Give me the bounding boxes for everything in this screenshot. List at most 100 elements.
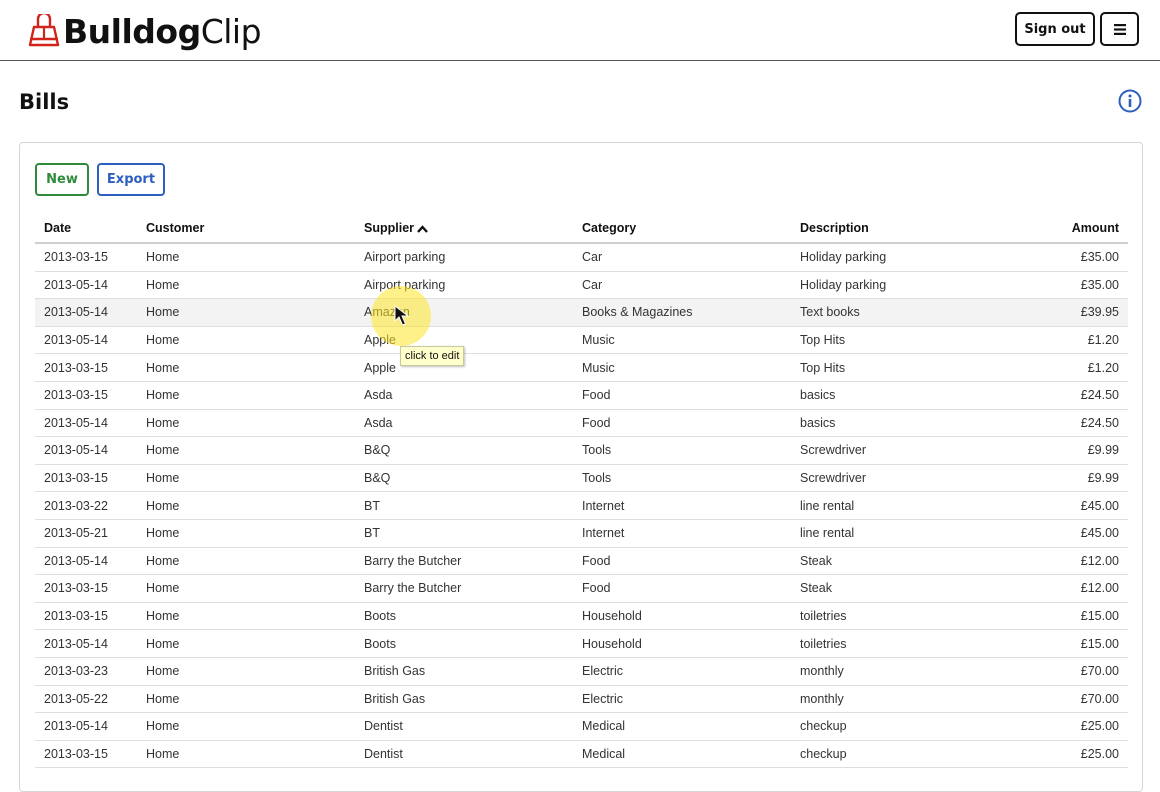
cell-date[interactable]: 2013-05-14 [35,326,137,355]
cell-supplier[interactable]: Barry the Butcher [355,547,573,576]
cell-supplier[interactable]: Airport parking [355,271,573,300]
cell-category[interactable]: Tools [573,436,791,465]
cell-amount[interactable]: £25.00 [1009,712,1128,741]
cell-category[interactable]: Music [573,353,791,382]
cell-description[interactable]: Screwdriver [791,464,1009,493]
cell-description[interactable]: line rental [791,519,1009,548]
cell-supplier[interactable]: B&Q [355,436,573,465]
cell-category[interactable]: Car [573,243,791,272]
cell-supplier[interactable]: Amazon [355,298,573,327]
cell-category[interactable]: Household [573,629,791,658]
cell-description[interactable]: line rental [791,491,1009,520]
table-row[interactable]: 2013-05-14 Home Barry the Butcher Food Steak… [35,547,1128,576]
cell-date[interactable]: 2013-03-15 [35,602,137,631]
cell-customer[interactable]: Home [137,602,355,631]
cell-date[interactable]: 2013-03-15 [35,740,137,769]
info-icon[interactable] [1118,89,1142,113]
cell-amount[interactable]: £15.00 [1009,602,1128,631]
cell-customer[interactable]: Home [137,436,355,465]
table-row[interactable]: 2013-05-14 Home Dentist Medical checkup £25.0… [35,712,1128,741]
cell-supplier[interactable]: Boots [355,602,573,631]
table-row[interactable]: 2013-05-14 Home Asda Food basics £24.50 [35,409,1128,438]
cell-supplier[interactable]: B&Q [355,464,573,493]
cell-amount[interactable]: £70.00 [1009,685,1128,714]
cell-date[interactable]: 2013-05-14 [35,629,137,658]
cell-description[interactable]: monthly [791,685,1009,714]
cell-amount[interactable]: £70.00 [1009,657,1128,686]
cell-supplier[interactable]: Asda [355,381,573,410]
cell-category[interactable]: Food [573,409,791,438]
cell-supplier[interactable]: Barry the Butcher [355,574,573,603]
cell-customer[interactable]: Home [137,298,355,327]
cell-supplier[interactable]: British Gas [355,685,573,714]
cell-amount[interactable]: £1.20 [1009,353,1128,382]
cell-date[interactable]: 2013-03-15 [35,381,137,410]
cell-date[interactable]: 2013-03-15 [35,243,137,272]
cell-amount[interactable]: £12.00 [1009,574,1128,603]
cell-customer[interactable]: Home [137,464,355,493]
cell-category[interactable]: Medical [573,740,791,769]
cell-description[interactable]: Screwdriver [791,436,1009,465]
table-row[interactable]: 2013-03-15 Home Asda Food basics £24.50 [35,381,1128,410]
cell-description[interactable]: toiletries [791,602,1009,631]
cell-supplier[interactable]: British Gas [355,657,573,686]
cell-customer[interactable]: Home [137,574,355,603]
cell-category[interactable]: Tools [573,464,791,493]
cell-description[interactable]: basics [791,381,1009,410]
cell-description[interactable]: toiletries [791,629,1009,658]
cell-description[interactable]: Holiday parking [791,271,1009,300]
table-row[interactable]: 2013-03-15 Home Apple Music Top Hits £1.20 [35,353,1128,382]
menu-button[interactable] [1100,12,1139,46]
export-button[interactable]: Export [97,163,165,196]
sign-out-button[interactable]: Sign out [1015,12,1095,46]
cell-supplier[interactable]: BT [355,519,573,548]
cell-date[interactable]: 2013-03-22 [35,491,137,520]
cell-supplier[interactable]: Dentist [355,712,573,741]
table-row[interactable]: 2013-03-15 Home Boots Household toiletries £1… [35,602,1128,631]
table-row[interactable]: 2013-05-14 Home Boots Household toiletries £1… [35,629,1128,658]
cell-supplier[interactable]: Asda [355,409,573,438]
cell-customer[interactable]: Home [137,519,355,548]
table-row[interactable]: 2013-05-22 Home British Gas Electric monthly… [35,685,1128,714]
cell-customer[interactable]: Home [137,353,355,382]
cell-supplier[interactable]: BT [355,491,573,520]
cell-customer[interactable]: Home [137,326,355,355]
cell-date[interactable]: 2013-03-15 [35,353,137,382]
cell-amount[interactable]: £45.00 [1009,519,1128,548]
cell-customer[interactable]: Home [137,712,355,741]
cell-date[interactable]: 2013-05-14 [35,436,137,465]
column-header-customer[interactable]: Customer [137,214,355,244]
cell-amount[interactable]: £9.99 [1009,436,1128,465]
cell-category[interactable]: Food [573,381,791,410]
cell-supplier[interactable]: Dentist [355,740,573,769]
cell-customer[interactable]: Home [137,409,355,438]
cell-category[interactable]: Car [573,271,791,300]
table-row[interactable]: 2013-03-23 Home British Gas Electric monthly… [35,657,1128,686]
cell-date[interactable]: 2013-05-14 [35,712,137,741]
cell-customer[interactable]: Home [137,657,355,686]
cell-date[interactable]: 2013-05-14 [35,547,137,576]
cell-date[interactable]: 2013-03-23 [35,657,137,686]
table-row[interactable]: 2013-05-14 Home Airport parking Car Holiday … [35,271,1128,300]
cell-customer[interactable]: Home [137,491,355,520]
brand-logo[interactable]: Bulldog Clip [27,8,262,54]
table-row[interactable]: 2013-03-15 Home Barry the Butcher Food Steak… [35,574,1128,603]
table-row[interactable]: 2013-03-15 Home Airport parking Car Holiday … [35,243,1128,272]
cell-customer[interactable]: Home [137,271,355,300]
table-row[interactable]: 2013-05-14 Home B&Q Tools Screwdriver £9.99 [35,436,1128,465]
cell-customer[interactable]: Home [137,381,355,410]
table-row[interactable]: 2013-03-15 Home B&Q Tools Screwdriver £9.99 [35,464,1128,493]
cell-description[interactable]: Top Hits [791,353,1009,382]
new-bill-button[interactable]: New [35,163,89,196]
cell-description[interactable]: Top Hits [791,326,1009,355]
cell-category[interactable]: Electric [573,657,791,686]
column-header-description[interactable]: Description [791,214,1009,244]
cell-description[interactable]: checkup [791,712,1009,741]
cell-date[interactable]: 2013-05-22 [35,685,137,714]
cell-description[interactable]: Holiday parking [791,243,1009,272]
cell-description[interactable]: Steak [791,574,1009,603]
cell-customer[interactable]: Home [137,243,355,272]
cell-amount[interactable]: £12.00 [1009,547,1128,576]
cell-date[interactable]: 2013-05-14 [35,298,137,327]
cell-customer[interactable]: Home [137,685,355,714]
